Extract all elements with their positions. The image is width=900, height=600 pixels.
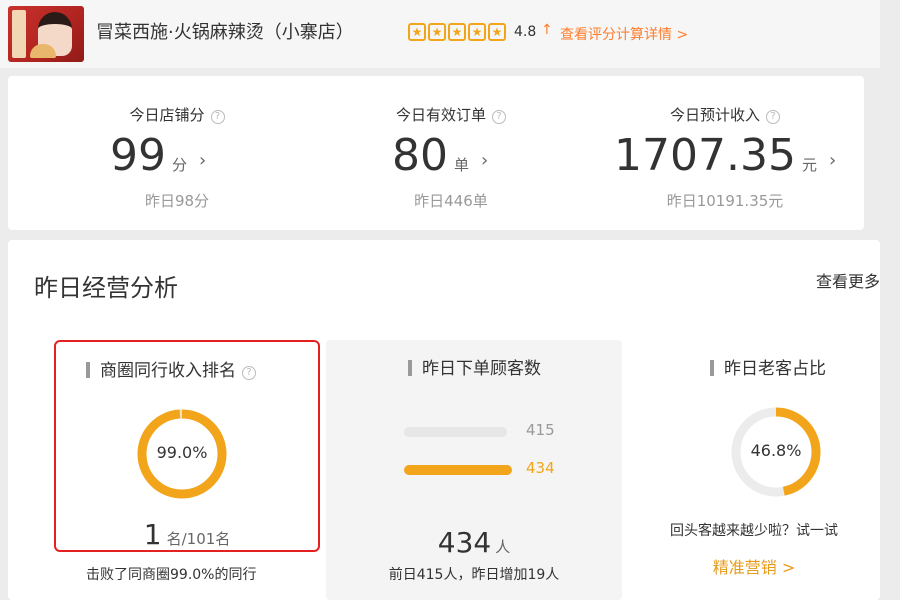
help-icon[interactable]: ? bbox=[766, 110, 780, 124]
rating-details-link[interactable]: 查看评分计算详情 > bbox=[560, 24, 688, 44]
panel-title-wrap: 昨日老客占比 bbox=[710, 354, 826, 379]
returning-customers-panel[interactable]: 昨日老客占比 46.8% 回头客越来越少啦？试一试 精准营销 > bbox=[628, 340, 880, 600]
customers-bar bbox=[404, 465, 512, 475]
stat-value-wrap: 99 分 › bbox=[110, 130, 206, 181]
help-icon[interactable]: ? bbox=[242, 366, 256, 380]
stat-title-wrap: 今日预计收入? bbox=[600, 104, 850, 125]
chevron-right-icon[interactable]: › bbox=[829, 150, 836, 171]
returning-hint: 回头客越来越少啦？试一试 bbox=[670, 523, 838, 539]
star-icon: ★ bbox=[408, 23, 426, 41]
customers-change-note: 前日415人，昨日增加19人 bbox=[388, 567, 560, 583]
help-icon[interactable]: ? bbox=[492, 110, 506, 124]
revenue-rank-panel[interactable]: 商圈同行收入排名? 99.0% 1 名/101名 bbox=[54, 340, 320, 552]
help-icon[interactable]: ? bbox=[210, 110, 225, 124]
stat-yesterday: 昨日10191.35元 bbox=[666, 192, 784, 210]
beat-peers-text: 击败了同商圈99.0%的同行 bbox=[86, 567, 257, 583]
stat-value: 80 bbox=[392, 130, 448, 181]
returning-percent: 46.8% bbox=[750, 441, 802, 460]
panel-title: 昨日下单顾客数 bbox=[422, 359, 541, 379]
star-icon: ★ bbox=[448, 23, 466, 41]
stat-value-wrap: 1707.35 元 › bbox=[614, 130, 836, 181]
stat-title: 今日预计收入 bbox=[669, 106, 760, 124]
rank-percent: 99.0% bbox=[156, 443, 208, 462]
rating-stars: ★ ★ ★ ★ ★ bbox=[408, 23, 506, 41]
stat-unit: 单 bbox=[454, 156, 470, 174]
stat-title-wrap: 今日有效订单? bbox=[326, 104, 576, 125]
shop-header: 冒菜西施·火锅麻辣烫（小寨店） ★ ★ ★ ★ ★ 4.8 ↑ 查看评分计算详情… bbox=[0, 0, 880, 68]
stat-unit: 元 bbox=[801, 156, 817, 174]
title-bar-marker bbox=[408, 360, 412, 376]
arrow-up-icon: ↑ bbox=[541, 22, 553, 38]
stat-value: 1707.35 bbox=[614, 130, 796, 181]
stat-unit: 分 bbox=[172, 156, 188, 174]
customers-bar-label: 415 bbox=[526, 421, 555, 439]
panel-title: 昨日老客占比 bbox=[724, 359, 826, 379]
customers-bar-label: 434 bbox=[526, 459, 555, 477]
section-title: 昨日经营分析 bbox=[34, 274, 178, 302]
star-icon: ★ bbox=[468, 23, 486, 41]
stat-shop-score[interactable]: 今日店铺分? 99 分 › 昨日98分 bbox=[52, 76, 302, 230]
stat-title-wrap: 今日店铺分? bbox=[52, 104, 302, 125]
rating-value: 4.8 bbox=[514, 24, 537, 40]
panel-title: 商圈同行收入排名 bbox=[100, 361, 236, 381]
view-more-link[interactable]: 查看更多 bbox=[816, 268, 880, 292]
title-bar-marker bbox=[86, 362, 90, 378]
customer-count: 434 人 bbox=[326, 526, 622, 559]
stat-title: 今日有效订单 bbox=[395, 106, 486, 124]
precision-marketing-link[interactable]: 精准营销 > bbox=[628, 554, 880, 578]
chevron-right-icon[interactable]: › bbox=[199, 150, 206, 171]
customer-count-unit: 人 bbox=[495, 538, 511, 556]
stat-valid-orders[interactable]: 今日有效订单? 80 单 › 昨日446单 bbox=[326, 76, 576, 230]
stat-yesterday: 昨日446单 bbox=[414, 192, 488, 210]
rank-number: 1 bbox=[143, 518, 162, 551]
customer-count-number: 434 bbox=[437, 526, 492, 559]
stat-value-wrap: 80 单 › bbox=[392, 130, 488, 181]
title-bar-marker bbox=[710, 360, 714, 376]
customers-bar bbox=[404, 427, 508, 437]
chevron-right-icon[interactable]: › bbox=[481, 150, 488, 171]
stat-expected-income[interactable]: 今日预计收入? 1707.35 元 › 昨日10191.35元 bbox=[600, 76, 850, 230]
customers-panel[interactable]: 昨日下单顾客数 415 434 434 人 前日415人，昨日增加19人 bbox=[326, 340, 622, 600]
star-icon: ★ bbox=[488, 23, 506, 41]
today-stats-card: 今日店铺分? 99 分 › 昨日98分 今日有效订单? 80 单 › 昨日446单 今日… bbox=[8, 76, 864, 230]
panel-title-wrap: 商圈同行收入排名? bbox=[86, 356, 256, 381]
panel-title-wrap: 昨日下单顾客数 bbox=[408, 354, 541, 379]
star-icon: ★ bbox=[428, 23, 446, 41]
rank-value: 1 名/101名 bbox=[56, 518, 318, 551]
shop-logo[interactable] bbox=[8, 6, 84, 62]
stat-yesterday: 昨日98分 bbox=[144, 192, 210, 210]
logo-stripe bbox=[12, 10, 26, 58]
rank-suffix: 名/101名 bbox=[166, 530, 231, 548]
stat-value: 99 bbox=[110, 130, 166, 181]
yesterday-analysis-card: 昨日经营分析 查看更多 商圈同行收入排名? 99.0% 1 名/101名 击败了… bbox=[8, 240, 880, 600]
shop-name: 冒菜西施·火锅麻辣烫（小寨店） bbox=[96, 22, 354, 43]
stat-title: 今日店铺分 bbox=[129, 106, 205, 124]
